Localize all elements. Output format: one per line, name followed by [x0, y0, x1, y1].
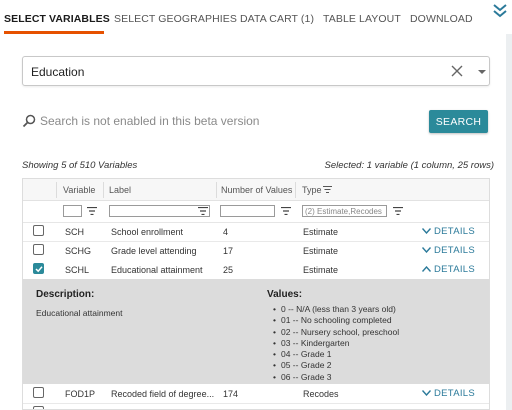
value-item: 05 -- Grade 2 [273, 360, 399, 371]
column-header-variable[interactable]: Variable [63, 185, 95, 195]
details-label: DETAILS [434, 245, 475, 256]
variable-type: Estimate [303, 227, 339, 237]
variable-code: SCH [65, 227, 85, 237]
chevron-up-icon [421, 266, 432, 273]
filter-icon[interactable] [323, 186, 332, 193]
details-label: DETAILS [434, 264, 475, 275]
column-header-label[interactable]: Label [109, 185, 131, 195]
filter-label-input[interactable] [109, 205, 210, 217]
row-checkbox[interactable] [33, 225, 44, 236]
details-button[interactable]: DETAILS [421, 226, 475, 237]
tab-data-cart[interactable]: DATA CART (1) [240, 0, 314, 34]
variable-code: FOD1P [65, 389, 96, 399]
filter-type-input[interactable] [302, 205, 387, 217]
value-item: 03 -- Kindergarten [273, 338, 399, 349]
description-heading: Description: [36, 289, 95, 300]
value-item: 01 -- No schooling completed [273, 315, 399, 326]
table-row[interactable]: SCHG Grade level attending 17 Estimate D… [23, 241, 489, 261]
details-button[interactable]: DETAILS [421, 264, 475, 275]
selected-summary: Selected: 1 variable (1 column, 25 rows) [324, 160, 495, 171]
filter-row [23, 200, 489, 223]
variable-type: Recodes [303, 389, 339, 399]
variable-code: SCHL [65, 265, 90, 275]
clear-icon[interactable] [451, 65, 463, 77]
number-of-values: 4 [223, 227, 229, 237]
filter-icon[interactable] [393, 207, 403, 215]
value-item: 0 -- N/A (less than 3 years old) [273, 304, 399, 315]
details-button[interactable]: DETAILS [421, 388, 475, 399]
table-header: Variable Label Number of Values Type [23, 179, 489, 201]
filter-number-input[interactable] [220, 205, 275, 217]
description-text: Educational attainment [36, 308, 123, 318]
number-of-values: 25 [223, 265, 234, 275]
filter-icon[interactable] [281, 207, 291, 215]
details-button[interactable]: DETAILS [421, 245, 475, 256]
column-header-type[interactable]: Type [302, 185, 322, 195]
search-icon [22, 114, 36, 128]
tab-select-geographies[interactable]: SELECT GEOGRAPHIES [114, 0, 237, 34]
topic-select[interactable]: Education [22, 56, 490, 86]
variable-label: Recoded field of degree... [111, 389, 215, 399]
variable-type: Estimate [303, 246, 339, 256]
filter-variable-input[interactable] [63, 205, 82, 217]
number-of-values: 174 [223, 389, 239, 399]
column-divider [103, 182, 104, 198]
variable-details-panel: Description: Educational attainment Valu… [23, 279, 489, 384]
tab-select-variables[interactable]: SELECT VARIABLES [4, 0, 110, 34]
search-button[interactable]: SEARCH [429, 110, 488, 133]
details-label: DETAILS [434, 388, 475, 399]
value-item: 04 -- Grade 1 [273, 349, 399, 360]
chevron-down-icon [421, 228, 432, 235]
filter-icon[interactable] [87, 207, 97, 215]
column-header-number-of-values[interactable]: Number of Values [221, 185, 292, 195]
column-divider [295, 182, 296, 198]
table-row[interactable]: SCHL Educational attainment 25 Estimate … [23, 260, 489, 280]
row-checkbox[interactable] [33, 244, 44, 255]
variable-code: SCHG [65, 246, 92, 256]
dropdown-caret-icon[interactable] [478, 70, 486, 74]
table-row[interactable] [23, 403, 489, 409]
row-checkbox[interactable] [33, 406, 44, 409]
chevron-down-icon [421, 247, 432, 254]
showing-count: Showing 5 of 510 Variables [22, 160, 138, 171]
topic-select-value: Education [31, 65, 85, 79]
table-row[interactable]: FOD1P Recoded field of degree... 174 Rec… [23, 384, 489, 404]
filter-icon[interactable] [198, 207, 208, 215]
number-of-values: 17 [223, 246, 234, 256]
variable-type: Estimate [303, 265, 339, 275]
chevron-down-icon [421, 390, 432, 397]
values-heading: Values: [267, 289, 303, 300]
tab-table-layout[interactable]: TABLE LAYOUT [323, 0, 401, 34]
column-divider [216, 182, 217, 198]
double-chevron-down-icon[interactable] [492, 3, 508, 19]
tab-download[interactable]: DOWNLOAD [410, 0, 473, 34]
value-item: 02 -- Nursery school, preschool [273, 327, 399, 338]
table-row[interactable]: SCH School enrollment 4 Estimate DETAILS [23, 222, 489, 242]
variable-label: Grade level attending [111, 246, 197, 256]
value-item: 06 -- Grade 3 [273, 372, 399, 383]
column-divider [56, 182, 57, 198]
values-list: 0 -- N/A (less than 3 years old) 01 -- N… [273, 304, 399, 383]
checkmark-icon [35, 266, 43, 273]
row-checkbox[interactable] [33, 263, 44, 274]
variable-label: Educational attainment [111, 265, 203, 275]
tab-bar: SELECT VARIABLES SELECT GEOGRAPHIES DATA… [0, 0, 512, 34]
search-input[interactable] [40, 112, 410, 130]
details-label: DETAILS [434, 226, 475, 237]
variables-table: Variable Label Number of Values Type SCH… [22, 178, 490, 410]
variable-label: School enrollment [111, 227, 184, 237]
row-checkbox[interactable] [33, 387, 44, 398]
